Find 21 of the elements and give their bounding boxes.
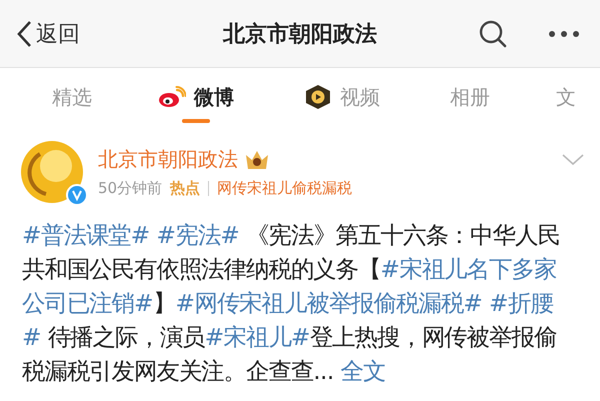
weibo-logo-icon <box>158 86 186 108</box>
profile-tab[interactable]: 视频 <box>304 78 380 122</box>
hot-label: 热点 <box>170 179 200 198</box>
search-icon[interactable] <box>478 18 508 48</box>
active-tab-indicator <box>182 118 210 122</box>
profile-tab[interactable]: 文 <box>556 78 576 122</box>
page-title: 北京市朝阳政法 <box>222 20 378 48</box>
video-badge-icon <box>304 84 332 110</box>
crown-badge-icon <box>244 148 270 170</box>
hot-topic-link[interactable]: 网传宋祖儿偷税漏税 <box>217 179 352 198</box>
avatar-icon <box>20 140 84 204</box>
more-icon[interactable] <box>548 30 580 38</box>
full-text-link[interactable]: 全文 <box>340 357 386 385</box>
profile-tab[interactable]: 精选 <box>52 78 92 122</box>
post-time: 50分钟前 <box>98 179 162 198</box>
author-name[interactable]: 北京市朝阳政法 <box>98 146 238 173</box>
back-chevron-icon <box>16 20 32 48</box>
profile-tab[interactable]: 相册 <box>450 78 490 122</box>
back-button[interactable]: 返回 <box>16 18 166 48</box>
profile-tab[interactable]: 微博 <box>158 78 234 122</box>
post-text: #普法课堂# #宪法# 《宪法》第五十六条：中华人民共和国公民有依照法律纳税的义务【#宋祖儿名下多家公司已注销#】#网传宋祖儿被举报偷税漏税# #折腰# 待播之际，演员#宋祖儿#登上热搜，网传被举报偷税漏税引发网友关注。企查查... 全文 <box>22 220 561 387</box>
